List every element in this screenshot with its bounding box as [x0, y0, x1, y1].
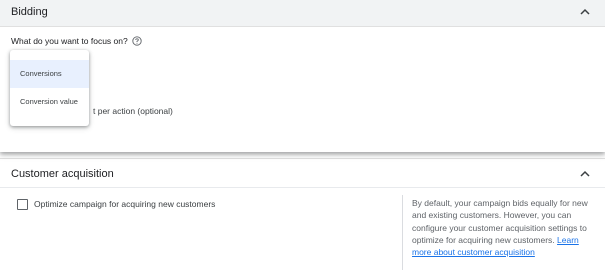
- help-divider: [402, 195, 403, 270]
- bidding-panel: Bidding What do you want to focus on? t …: [0, 0, 605, 152]
- new-customers-checkbox-label[interactable]: Optimize campaign for acquiring new cust…: [34, 199, 215, 209]
- chevron-up-icon[interactable]: [579, 6, 591, 18]
- menu-item-conversions[interactable]: Conversions: [10, 60, 89, 88]
- customer-acquisition-help-text: By default, your campaign bids equally f…: [412, 197, 592, 258]
- customer-acquisition-header[interactable]: Customer acquisition: [0, 158, 605, 188]
- help-circle-icon[interactable]: [132, 36, 142, 46]
- bidding-header[interactable]: Bidding: [0, 0, 605, 27]
- focus-dropdown-menu: Conversions Conversion value: [10, 50, 89, 126]
- customer-acquisition-title: Customer acquisition: [11, 168, 114, 180]
- bidding-title: Bidding: [11, 6, 48, 18]
- menu-item-conversion-value[interactable]: Conversion value: [10, 88, 89, 116]
- focus-question-label: What do you want to focus on?: [11, 36, 128, 46]
- chevron-up-icon[interactable]: [579, 168, 591, 180]
- new-customers-checkbox[interactable]: [17, 199, 28, 210]
- target-cost-per-action-label: t per action (optional): [93, 106, 173, 116]
